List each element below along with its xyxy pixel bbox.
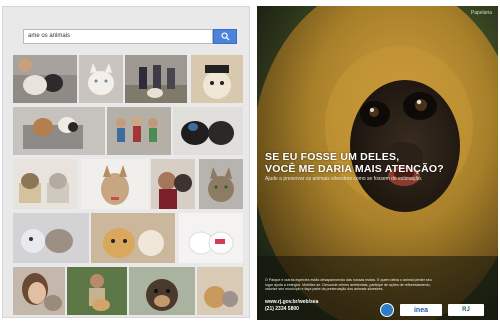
thumb-puppy-and-kitten[interactable]: [91, 213, 175, 263]
seal-icon: [380, 303, 394, 317]
monkey-poster: Papelaria SE EU FOSSE UM DELES, VOCÊ ME …: [257, 6, 498, 320]
thumb-puppy-with-kitten[interactable]: [197, 267, 243, 315]
thumb-kittens-in-cups[interactable]: [13, 159, 77, 209]
thumb-girl-with-cat[interactable]: [13, 267, 65, 315]
thumb-people-with-dogs[interactable]: [125, 55, 187, 103]
thumb-black-dogs[interactable]: [173, 107, 243, 155]
thumb-children-group[interactable]: [107, 107, 171, 155]
thumb-dog-with-hat[interactable]: [191, 55, 243, 103]
poster-logos: inea RJ: [380, 303, 492, 317]
thumb-tabby-cat[interactable]: [199, 159, 243, 209]
thumb-kid-with-puppy[interactable]: [67, 267, 127, 315]
thumb-man-with-cat[interactable]: [13, 55, 77, 103]
poster-corner-text: Papelaria: [470, 10, 492, 16]
poster-phone: (21) 2334 5800: [265, 306, 299, 312]
rj-government-logo: RJ: [448, 304, 484, 316]
thumb-white-kitten[interactable]: [79, 55, 123, 103]
poster-headline-line2: VOCÊ ME DARIA MAIS ATENÇÃO?: [265, 163, 444, 175]
thumb-dog-portrait[interactable]: [129, 267, 195, 315]
thumb-cat-and-dog-toys[interactable]: [13, 213, 89, 263]
thumb-dog-with-bow[interactable]: [81, 159, 149, 209]
poster-headline-line1: SE EU FOSSE UM DELES,: [265, 151, 400, 163]
search-icon: [220, 32, 230, 41]
poster-body-text: O Parque e outras espécies estão desapar…: [265, 278, 432, 292]
search-button[interactable]: [213, 29, 237, 44]
search-input[interactable]: ame os animais: [23, 29, 213, 44]
poster-url: www.rj.gov.br/web/sea: [265, 299, 319, 305]
image-search-screenshot: ame os animais: [2, 6, 250, 318]
inea-logo: inea: [400, 304, 442, 316]
thumb-dogs-in-cart[interactable]: [13, 107, 105, 155]
thumb-white-puppies[interactable]: [179, 213, 243, 263]
poster-subline: Ajude a preservar os animais silvestres …: [265, 176, 423, 182]
thumb-boy-kissing-dog[interactable]: [151, 159, 195, 209]
